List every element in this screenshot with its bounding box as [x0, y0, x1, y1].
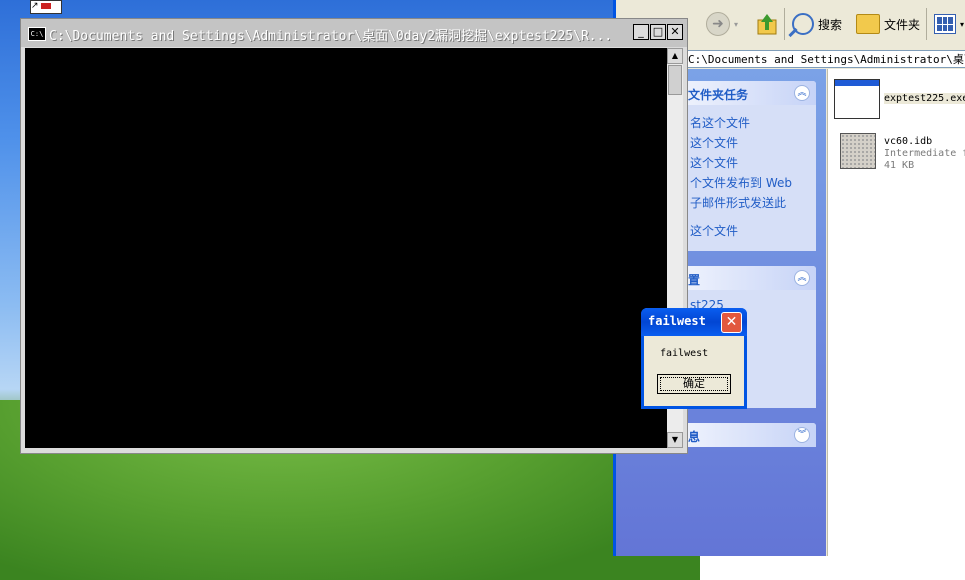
scroll-up-arrow-icon[interactable]: ▲: [667, 48, 683, 64]
task-link-publish[interactable]: 个文件发布到 Web: [690, 174, 792, 191]
close-button[interactable]: ✕: [667, 24, 683, 40]
toolbar-separator: [926, 8, 927, 40]
search-button[interactable]: 搜索: [792, 10, 842, 38]
forward-button[interactable]: ➜ ▾: [706, 10, 738, 38]
expand-down-icon[interactable]: ︾: [794, 427, 810, 443]
forward-arrow-icon: ➜: [706, 12, 730, 36]
task-link-rename[interactable]: 名这个文件: [690, 114, 750, 131]
task-link-copy[interactable]: 这个文件: [690, 154, 738, 171]
maximize-button[interactable]: □: [650, 24, 666, 40]
collapse-up-icon[interactable]: ︽: [794, 270, 810, 286]
chevron-down-icon: ▾: [734, 19, 739, 29]
panel-title: 息: [688, 430, 701, 444]
toolbar-separator: [784, 8, 785, 40]
message-box: failwest ✕ failwest 确定: [641, 308, 747, 409]
scroll-down-arrow-icon[interactable]: ▼: [667, 432, 683, 448]
console-titlebar[interactable]: C:\ C:\Documents and Settings\Administra…: [21, 19, 687, 47]
panel-title: 文件夹任务: [688, 88, 749, 102]
folders-label: 文件夹: [884, 17, 921, 32]
up-folder-icon: [757, 14, 777, 35]
console-app-icon[interactable]: C:\: [28, 27, 46, 41]
folder-icon: [856, 14, 880, 34]
generic-file-icon: [840, 133, 876, 169]
message-box-titlebar[interactable]: failwest ✕: [641, 308, 747, 336]
up-folder-button[interactable]: [756, 10, 778, 38]
file-name: exptest225.exe: [884, 93, 965, 104]
chevron-down-icon: ▾: [960, 19, 965, 29]
shortcut-image: [41, 3, 51, 9]
message-text: failwest: [660, 348, 709, 359]
task-link-move[interactable]: 这个文件: [690, 134, 738, 151]
minimize-button[interactable]: _: [633, 24, 649, 40]
desktop-shortcut-icon[interactable]: ↗: [30, 0, 62, 14]
message-box-title: failwest: [648, 314, 706, 328]
file-size: 41 KB: [884, 160, 915, 171]
console-window: C:\ C:\Documents and Settings\Administra…: [20, 18, 688, 454]
views-icon: [934, 14, 956, 34]
scrollbar-thumb[interactable]: [668, 65, 682, 95]
file-name: vc60.idb: [884, 136, 933, 147]
views-button[interactable]: ▾: [934, 10, 964, 38]
shortcut-arrow-icon: ↗: [31, 1, 41, 11]
application-icon: [834, 79, 880, 119]
close-button[interactable]: ✕: [721, 312, 742, 333]
search-icon: [792, 13, 814, 35]
collapse-up-icon[interactable]: ︽: [794, 85, 810, 101]
task-link-delete[interactable]: 这个文件: [690, 222, 738, 239]
console-title: C:\Documents and Settings\Administrator\…: [49, 29, 613, 44]
console-output[interactable]: [25, 48, 667, 448]
folders-button[interactable]: 文件夹: [856, 10, 920, 38]
search-label: 搜索: [818, 17, 843, 32]
ok-button[interactable]: 确定: [657, 374, 731, 394]
file-list: exptest225.exe vc60.idb Intermediate f 4…: [827, 69, 965, 556]
panel-title: 置: [688, 273, 701, 287]
file-type: Intermediate f: [884, 148, 965, 159]
task-link-email[interactable]: 子邮件形式发送此: [690, 194, 786, 211]
